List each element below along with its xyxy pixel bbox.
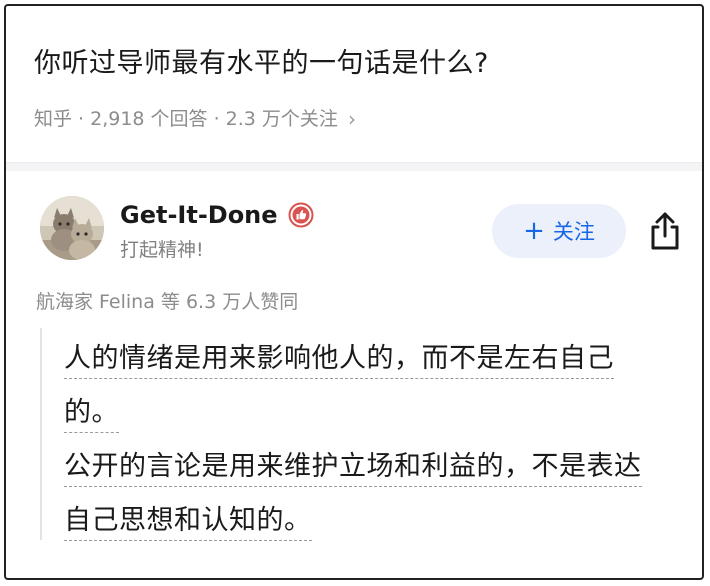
- plus-icon: +: [523, 216, 545, 246]
- thumbs-up-badge-icon: [288, 202, 314, 228]
- question-meta-text: 知乎 · 2,918 个回答 · 2.3 万个关注: [34, 108, 338, 130]
- avatar[interactable]: [40, 196, 104, 260]
- section-divider: [6, 162, 702, 171]
- author-name: Get-It-Done: [120, 201, 278, 229]
- question-meta[interactable]: 知乎 · 2,918 个回答 · 2.3 万个关注 ›: [34, 106, 356, 132]
- quote-line: 人的情绪是用来影响他人的，而不是左右自己: [64, 340, 614, 379]
- upvote-summary: 航海家 Felina 等 6.3 万人赞同: [36, 291, 299, 313]
- author-name-row[interactable]: Get-It-Done: [120, 199, 314, 231]
- author-bio: 打起精神!: [120, 239, 204, 261]
- quote-line: 自己思想和认知的。: [64, 502, 312, 541]
- follow-label: 关注: [552, 220, 595, 244]
- share-icon[interactable]: [646, 210, 684, 252]
- cat-avatar-image: [40, 196, 104, 260]
- answer-card: 你听过导师最有水平的一句话是什么? 知乎 · 2,918 个回答 · 2.3 万…: [4, 4, 704, 580]
- chevron-right-icon: ›: [347, 107, 356, 131]
- answer-quote-block: 人的情绪是用来影响他人的，而不是左右自己 的。 公开的言论是用来维护立场和利益的…: [40, 328, 672, 541]
- follow-button[interactable]: + 关注: [492, 204, 626, 258]
- quote-line: 公开的言论是用来维护立场和利益的，不是表达: [64, 448, 642, 487]
- quote-line: 的。: [64, 394, 119, 433]
- question-title[interactable]: 你听过导师最有水平的一句话是什么?: [34, 44, 682, 84]
